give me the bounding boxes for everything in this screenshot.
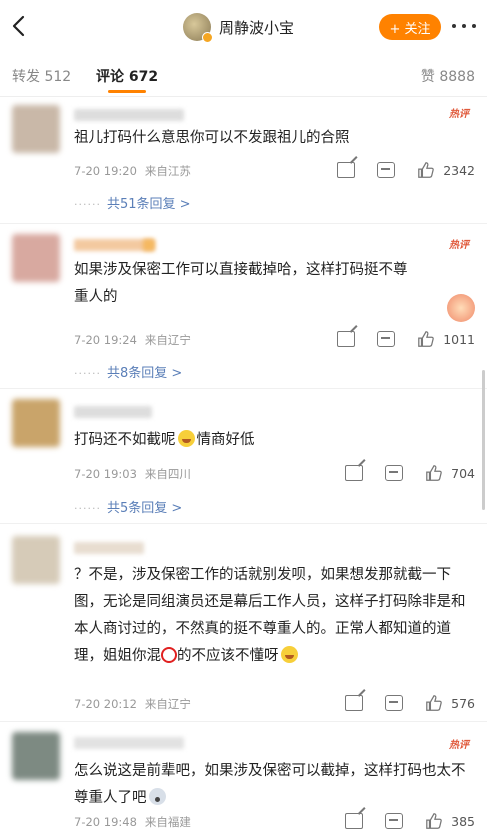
avatar[interactable] xyxy=(12,399,60,447)
comment-text: 怎么说这是前辈吧，如果涉及保密可以截掉，这样打码也太不尊重人了吧 xyxy=(74,763,466,806)
shocked-emoji-icon xyxy=(148,788,166,805)
comment-time: 7-20 19:03 xyxy=(74,467,137,481)
share-icon[interactable] xyxy=(345,695,364,711)
share-icon[interactable] xyxy=(337,331,356,347)
view-replies-link[interactable]: ······ 共51条回复 > xyxy=(74,193,191,212)
comment-time: 7-20 20:12 xyxy=(74,697,137,711)
share-icon[interactable] xyxy=(345,813,364,829)
laugh-cry-emoji-icon xyxy=(280,646,298,663)
follow-button[interactable]: + 关注 xyxy=(379,14,441,40)
username-blurred[interactable] xyxy=(74,406,152,418)
top-bar: 周静波小宝 + 关注 xyxy=(0,0,487,55)
comment-text: 如果涉及保密工作可以直接截掉哈，这样打码挺不尊重人的 xyxy=(74,262,408,305)
user-badge xyxy=(143,239,155,251)
like-count: 385 xyxy=(451,813,475,829)
share-icon[interactable] xyxy=(337,162,356,178)
comment-location: 来自江苏 xyxy=(144,164,191,178)
comment-actions: 1011 xyxy=(337,330,475,348)
comment-text: ？不是，涉及保密工作的话就别发呗，如果想发那就截一下图，无论是同组演员还是幕后工… xyxy=(74,567,466,664)
share-icon[interactable] xyxy=(345,465,364,481)
active-tab-indicator xyxy=(108,90,146,93)
avatar[interactable] xyxy=(12,536,60,584)
tab-like[interactable]: 赞 8888 xyxy=(421,66,475,86)
comment-time: 7-20 19:48 xyxy=(74,815,137,829)
avatar[interactable] xyxy=(12,234,60,282)
like-icon[interactable] xyxy=(417,161,435,179)
like-icon[interactable] xyxy=(417,330,435,348)
comment-item: 打码还不如截呢 情商好低 7-20 19:03 来自四川 704 ······ 共5条… xyxy=(0,389,487,524)
comment-meta: 7-20 19:48 来自福建 xyxy=(74,814,191,830)
view-replies-link[interactable]: ······ 共8条回复 > xyxy=(74,362,182,381)
avatar[interactable] xyxy=(183,13,213,43)
comment-location: 来自辽宁 xyxy=(144,333,191,347)
reply-icon[interactable] xyxy=(377,331,396,347)
account-title[interactable]: 周静波小宝 xyxy=(183,12,295,43)
comment-item: 热评 怎么说这是前辈吧，如果涉及保密可以截掉，这样打码也太不尊重人了吧 7-20… xyxy=(0,722,487,840)
comment-time: 7-20 19:24 xyxy=(74,333,137,347)
like-count: 576 xyxy=(451,695,475,711)
comment-text: 打码还不如截呢 情商好低 xyxy=(74,430,255,448)
reply-icon[interactable] xyxy=(385,813,404,829)
comment-item: 热评 如果涉及保密工作可以直接截掉哈，这样打码挺不尊重人的 7-20 19:24… xyxy=(0,224,487,389)
comment-actions: 385 xyxy=(345,812,475,830)
verified-badge-icon xyxy=(202,32,213,43)
tab-comment[interactable]: 评论 672 xyxy=(96,66,158,86)
avatar[interactable] xyxy=(12,105,60,153)
comment-meta: 7-20 19:24 来自辽宁 xyxy=(74,332,191,348)
username-blurred[interactable] xyxy=(74,737,184,749)
comment-time: 7-20 19:20 xyxy=(74,164,137,178)
hot-badge: 热评 xyxy=(449,240,469,251)
comment-text: 祖儿打码什么意思你可以不发跟祖儿的合照 xyxy=(74,130,350,146)
like-count: 2342 xyxy=(443,162,475,178)
comment-meta: 7-20 19:20 来自江苏 xyxy=(74,163,191,179)
hot-badge: 热评 xyxy=(449,109,469,120)
comment-location: 来自辽宁 xyxy=(144,697,191,711)
tab-repost[interactable]: 转发 512 xyxy=(12,66,71,86)
comment-item: 热评 祖儿打码什么意思你可以不发跟祖儿的合照 7-20 19:20 来自江苏 23… xyxy=(0,97,487,224)
comment-location: 来自福建 xyxy=(144,815,191,829)
like-count: 704 xyxy=(451,465,475,481)
reply-icon[interactable] xyxy=(377,162,396,178)
like-icon[interactable] xyxy=(425,464,443,482)
like-count: 1011 xyxy=(443,331,475,347)
decoration-sticker xyxy=(447,294,475,322)
laugh-cry-emoji-icon xyxy=(177,430,195,447)
tab-bar: 转发 512 评论 672 赞 8888 xyxy=(0,55,487,97)
comment-location: 来自四川 xyxy=(144,467,191,481)
username-blurred[interactable] xyxy=(74,109,184,121)
page-title: 周静波小宝 xyxy=(219,18,295,37)
like-icon[interactable] xyxy=(425,812,443,830)
hot-badge: 热评 xyxy=(449,740,469,751)
comment-actions: 704 xyxy=(345,464,475,482)
more-icon[interactable] xyxy=(452,16,476,36)
view-replies-link[interactable]: ······ 共5条回复 > xyxy=(74,497,182,516)
avatar[interactable] xyxy=(12,732,60,780)
reply-icon[interactable] xyxy=(385,695,404,711)
reply-icon[interactable] xyxy=(385,465,404,481)
comment-meta: 7-20 19:03 来自四川 xyxy=(74,466,191,482)
comment-actions: 576 xyxy=(345,694,475,712)
comment-item: ？不是，涉及保密工作的话就别发呗，如果想发那就截一下图，无论是同组演员还是幕后工… xyxy=(0,524,487,722)
username-blurred[interactable] xyxy=(74,542,144,554)
like-icon[interactable] xyxy=(425,694,443,712)
username-blurred[interactable] xyxy=(74,239,154,251)
comment-meta: 7-20 20:12 来自辽宁 xyxy=(74,696,191,712)
red-circle-emoji-icon xyxy=(161,647,177,663)
back-arrow-icon[interactable] xyxy=(8,14,32,38)
comment-actions: 2342 xyxy=(337,161,475,179)
scrollbar[interactable] xyxy=(482,370,485,510)
